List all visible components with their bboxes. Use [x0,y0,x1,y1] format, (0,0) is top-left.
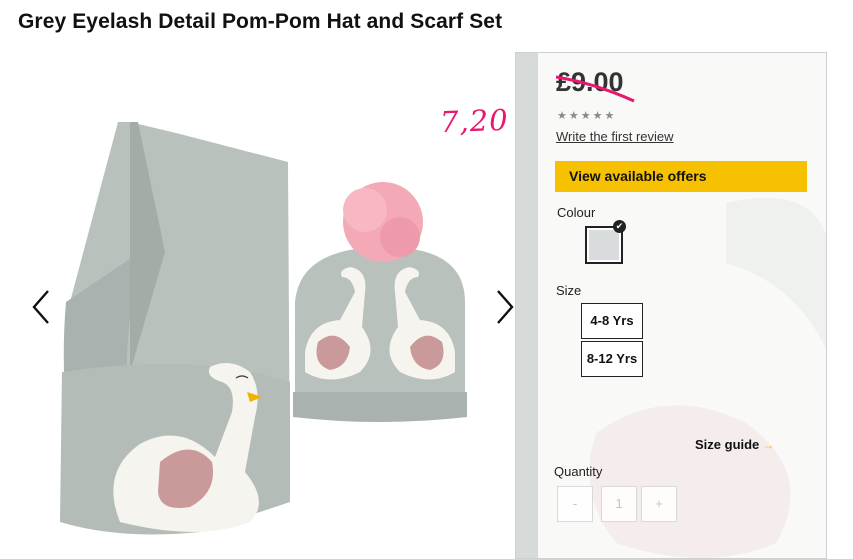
view-offers-button[interactable]: View available offers [555,161,807,192]
product-title: Grey Eyelash Detail Pom-Pom Hat and Scar… [18,10,503,33]
product-details-panel: £9.00 ★ ★ ★ ★ ★ Write the first review View … [515,52,827,559]
previous-image-button[interactable] [27,285,55,329]
arrow-right-icon: → [762,438,775,452]
quantity-increase-button[interactable]: + [641,486,677,522]
handwritten-price-note: 7,20 [439,102,510,140]
swatch-color-fill [589,230,619,260]
size-label: Size [556,283,582,298]
size-guide-label: Size guide [695,437,760,452]
rating-stars: ★ ★ ★ ★ ★ [557,111,614,122]
price-strikethrough-mark [555,75,635,103]
star-icon: ★ [580,110,591,122]
product-image [60,122,467,535]
chevron-left-icon [32,290,49,324]
star-icon: ★ [557,110,567,122]
write-review-link[interactable]: Write the first review [556,129,674,144]
colour-label: Colour [557,205,596,220]
quantity-label: Quantity [554,464,603,479]
size-option-8-12[interactable]: 8-12 Yrs [581,341,643,377]
quantity-decrease-button[interactable]: - [557,486,593,522]
size-option-4-8[interactable]: 4-8 Yrs [581,303,643,339]
star-icon: ★ [604,110,615,122]
scarf-image [60,122,290,535]
size-guide-link[interactable]: Size guide → [695,437,774,452]
hat-image [293,182,467,422]
star-icon: ★ [592,110,603,122]
check-icon: ✔ [613,220,626,233]
quantity-input[interactable]: 1 [601,486,637,522]
chevron-right-icon [497,290,514,324]
product-image-gallery [0,52,515,559]
star-icon: ★ [568,110,579,122]
